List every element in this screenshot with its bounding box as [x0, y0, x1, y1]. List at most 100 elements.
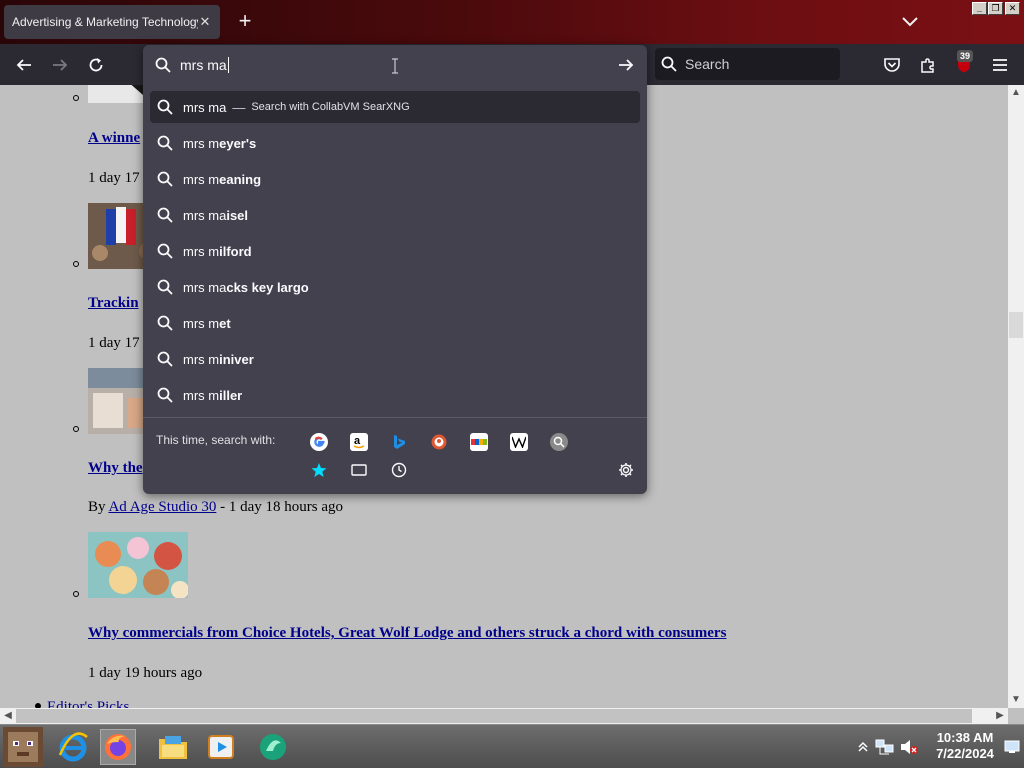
new-tab-button[interactable]: + — [232, 8, 258, 34]
suggestion-completion-text: eyer's — [219, 135, 257, 151]
suggestion-item[interactable]: mrs m et — [150, 307, 640, 339]
suggestion-item[interactable]: mrs m iller — [150, 379, 640, 411]
search-settings-gear-icon[interactable] — [617, 461, 635, 479]
minimize-button[interactable]: _ — [972, 2, 987, 15]
start-button[interactable] — [2, 727, 44, 767]
menu-button[interactable] — [985, 50, 1015, 80]
suggestion-completion-text: cks key largo — [226, 279, 309, 295]
clock-time: 10:38 AM — [936, 730, 994, 745]
article-meta: 1 day 17 — [88, 335, 140, 351]
article-link[interactable]: Why the — [88, 460, 143, 477]
tab-close-icon[interactable]: ✕ — [198, 14, 212, 30]
article-thumbnail[interactable] — [88, 532, 188, 598]
article-meta: By Ad Age Studio 30 - 1 day 18 hours ago — [88, 499, 343, 516]
ebay-engine-icon[interactable] — [470, 433, 488, 451]
vertical-scrollbar[interactable] — [1008, 85, 1024, 708]
list-bullet — [73, 591, 79, 597]
forward-arrow-icon — [53, 59, 68, 71]
suggestion-typed-text: mrs m — [183, 351, 220, 367]
article-link[interactable]: Trackin — [88, 295, 139, 312]
suggestion-completion-text: eaning — [219, 171, 262, 187]
back-arrow-icon — [16, 59, 31, 71]
suggestion-item[interactable]: mrs ma — Search with CollabVM SearXNG — [150, 91, 640, 123]
network-icon[interactable] — [874, 729, 896, 765]
one-off-search-label: This time, search with: — [156, 433, 276, 447]
wikipedia-engine-icon[interactable] — [510, 433, 528, 451]
text-caret — [227, 57, 229, 73]
byline-prefix: By — [88, 499, 109, 515]
tab-active[interactable]: Advertising & Marketing Technology Ne ✕ — [4, 5, 220, 39]
search-icon — [157, 207, 173, 223]
suggestion-typed-text: mrs ma — [183, 279, 227, 295]
search-bar[interactable]: Search — [655, 48, 840, 80]
scroll-up-icon[interactable]: ▲ — [1008, 85, 1024, 101]
scroll-down-icon[interactable]: ▼ — [1008, 692, 1024, 708]
restore-button[interactable]: ❐ — [988, 2, 1003, 15]
search-icon — [157, 99, 173, 115]
suggestion-item[interactable]: mrs m eaning — [150, 163, 640, 195]
search-icon — [157, 351, 173, 367]
extension-badge: 39 — [957, 50, 974, 62]
show-desktop-icon[interactable] — [1002, 729, 1022, 765]
system-clock[interactable]: 10:38 AM 7/22/2024 — [928, 730, 1002, 762]
start-avatar-icon — [3, 727, 43, 767]
suggestion-completion-text: ilford — [219, 243, 252, 259]
list-all-tabs-icon[interactable] — [898, 12, 922, 32]
list-bullet — [73, 261, 79, 267]
suggestion-typed-text: mrs ma — [183, 207, 227, 223]
internet-explorer-taskbar-icon[interactable] — [55, 729, 91, 765]
search-icon — [157, 171, 173, 187]
file-explorer-taskbar-icon[interactable] — [155, 729, 191, 765]
extensions-button[interactable] — [913, 50, 943, 80]
close-button[interactable]: ✕ — [1005, 2, 1020, 15]
suggestion-typed-text: mrs m — [183, 315, 220, 331]
back-button[interactable] — [9, 50, 39, 80]
suggestion-item[interactable]: mrs ma cks key largo — [150, 271, 640, 303]
windows-taskbar: 10:38 AM 7/22/2024 — [0, 724, 1024, 768]
search-placeholder: Search — [685, 56, 730, 72]
media-player-taskbar-icon[interactable] — [203, 729, 239, 765]
author-link[interactable]: Ad Age Studio 30 — [108, 499, 216, 515]
suggestion-item[interactable]: mrs m iniver — [150, 343, 640, 375]
forward-button[interactable] — [45, 50, 75, 80]
suggestion-item[interactable]: mrs m eyer's — [150, 127, 640, 159]
suggestion-completion-text: iller — [219, 387, 243, 403]
suggestion-item[interactable]: mrs m ilford — [150, 235, 640, 267]
tabs-icon[interactable] — [350, 461, 368, 479]
go-arrow-icon[interactable] — [617, 57, 635, 73]
duckduckgo-engine-icon[interactable] — [430, 433, 448, 451]
reload-icon — [89, 58, 103, 72]
suggestion-typed-text: mrs ma — [183, 99, 227, 115]
scroll-left-icon[interactable]: ◀ — [0, 708, 16, 724]
editors-picks-link[interactable]: Editor's Picks — [47, 699, 129, 708]
suggestion-typed-text: mrs m — [183, 171, 220, 187]
google-engine-icon[interactable] — [310, 433, 328, 451]
article-link[interactable]: A winne — [88, 130, 140, 147]
list-bullet — [73, 426, 79, 432]
vertical-scroll-thumb[interactable] — [1009, 312, 1023, 338]
search-icon — [157, 315, 173, 331]
article-link[interactable]: Why commercials from Choice Hotels, Grea… — [88, 625, 726, 642]
searxng-engine-icon[interactable] — [550, 433, 568, 451]
history-clock-icon[interactable] — [390, 461, 408, 479]
suggestion-separator: — — [232, 99, 246, 115]
puzzle-icon — [921, 58, 934, 73]
volume-muted-icon[interactable] — [898, 729, 920, 765]
firefox-taskbar-icon[interactable] — [100, 729, 136, 765]
text-cursor-icon — [392, 58, 398, 74]
search-icon — [157, 279, 173, 295]
show-hidden-icons-button[interactable] — [856, 729, 870, 765]
scroll-right-icon[interactable]: ▶ — [992, 708, 1008, 724]
bing-engine-icon[interactable] — [390, 433, 408, 451]
app-taskbar-icon[interactable] — [255, 729, 291, 765]
url-input[interactable]: mrs ma — [143, 45, 647, 85]
suggestion-action-text: Search with CollabVM SearXNG — [251, 101, 410, 113]
suggestion-item[interactable]: mrs ma isel — [150, 199, 640, 231]
pocket-button[interactable] — [877, 50, 907, 80]
horizontal-scroll-thumb[interactable] — [16, 709, 972, 723]
amazon-engine-icon[interactable]: a — [350, 433, 368, 451]
tab-title: Advertising & Marketing Technology Ne — [12, 15, 198, 29]
reload-button[interactable] — [81, 50, 111, 80]
bookmarks-star-icon[interactable] — [310, 461, 328, 479]
suggestion-typed-text: mrs m — [183, 387, 220, 403]
